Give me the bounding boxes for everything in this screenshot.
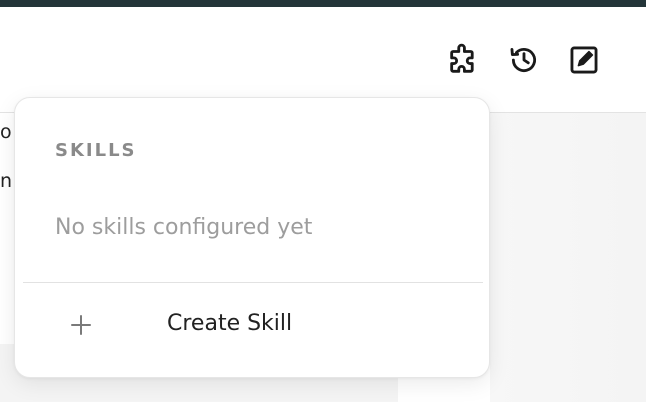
new-chat-button[interactable] bbox=[567, 43, 601, 77]
puzzle-icon bbox=[450, 43, 474, 73]
history-icon bbox=[510, 47, 536, 73]
history-button[interactable] bbox=[507, 43, 541, 77]
create-skill-button[interactable]: Create Skill bbox=[23, 294, 483, 358]
background-side-panel bbox=[490, 113, 646, 402]
skills-heading: SKILLS bbox=[55, 140, 137, 161]
skills-button[interactable] bbox=[446, 43, 480, 77]
compose-icon bbox=[570, 46, 598, 74]
window-top-bar bbox=[0, 0, 646, 7]
empty-state-message: No skills configured yet bbox=[55, 215, 313, 240]
background-text-fragment: o bbox=[0, 121, 12, 143]
menu-divider bbox=[23, 282, 483, 283]
plus-icon bbox=[71, 315, 91, 335]
background-text-fragment: n bbox=[0, 170, 13, 192]
skills-popover: SKILLS No skills configured yet Create S… bbox=[14, 97, 490, 378]
create-skill-label: Create Skill bbox=[167, 311, 293, 336]
